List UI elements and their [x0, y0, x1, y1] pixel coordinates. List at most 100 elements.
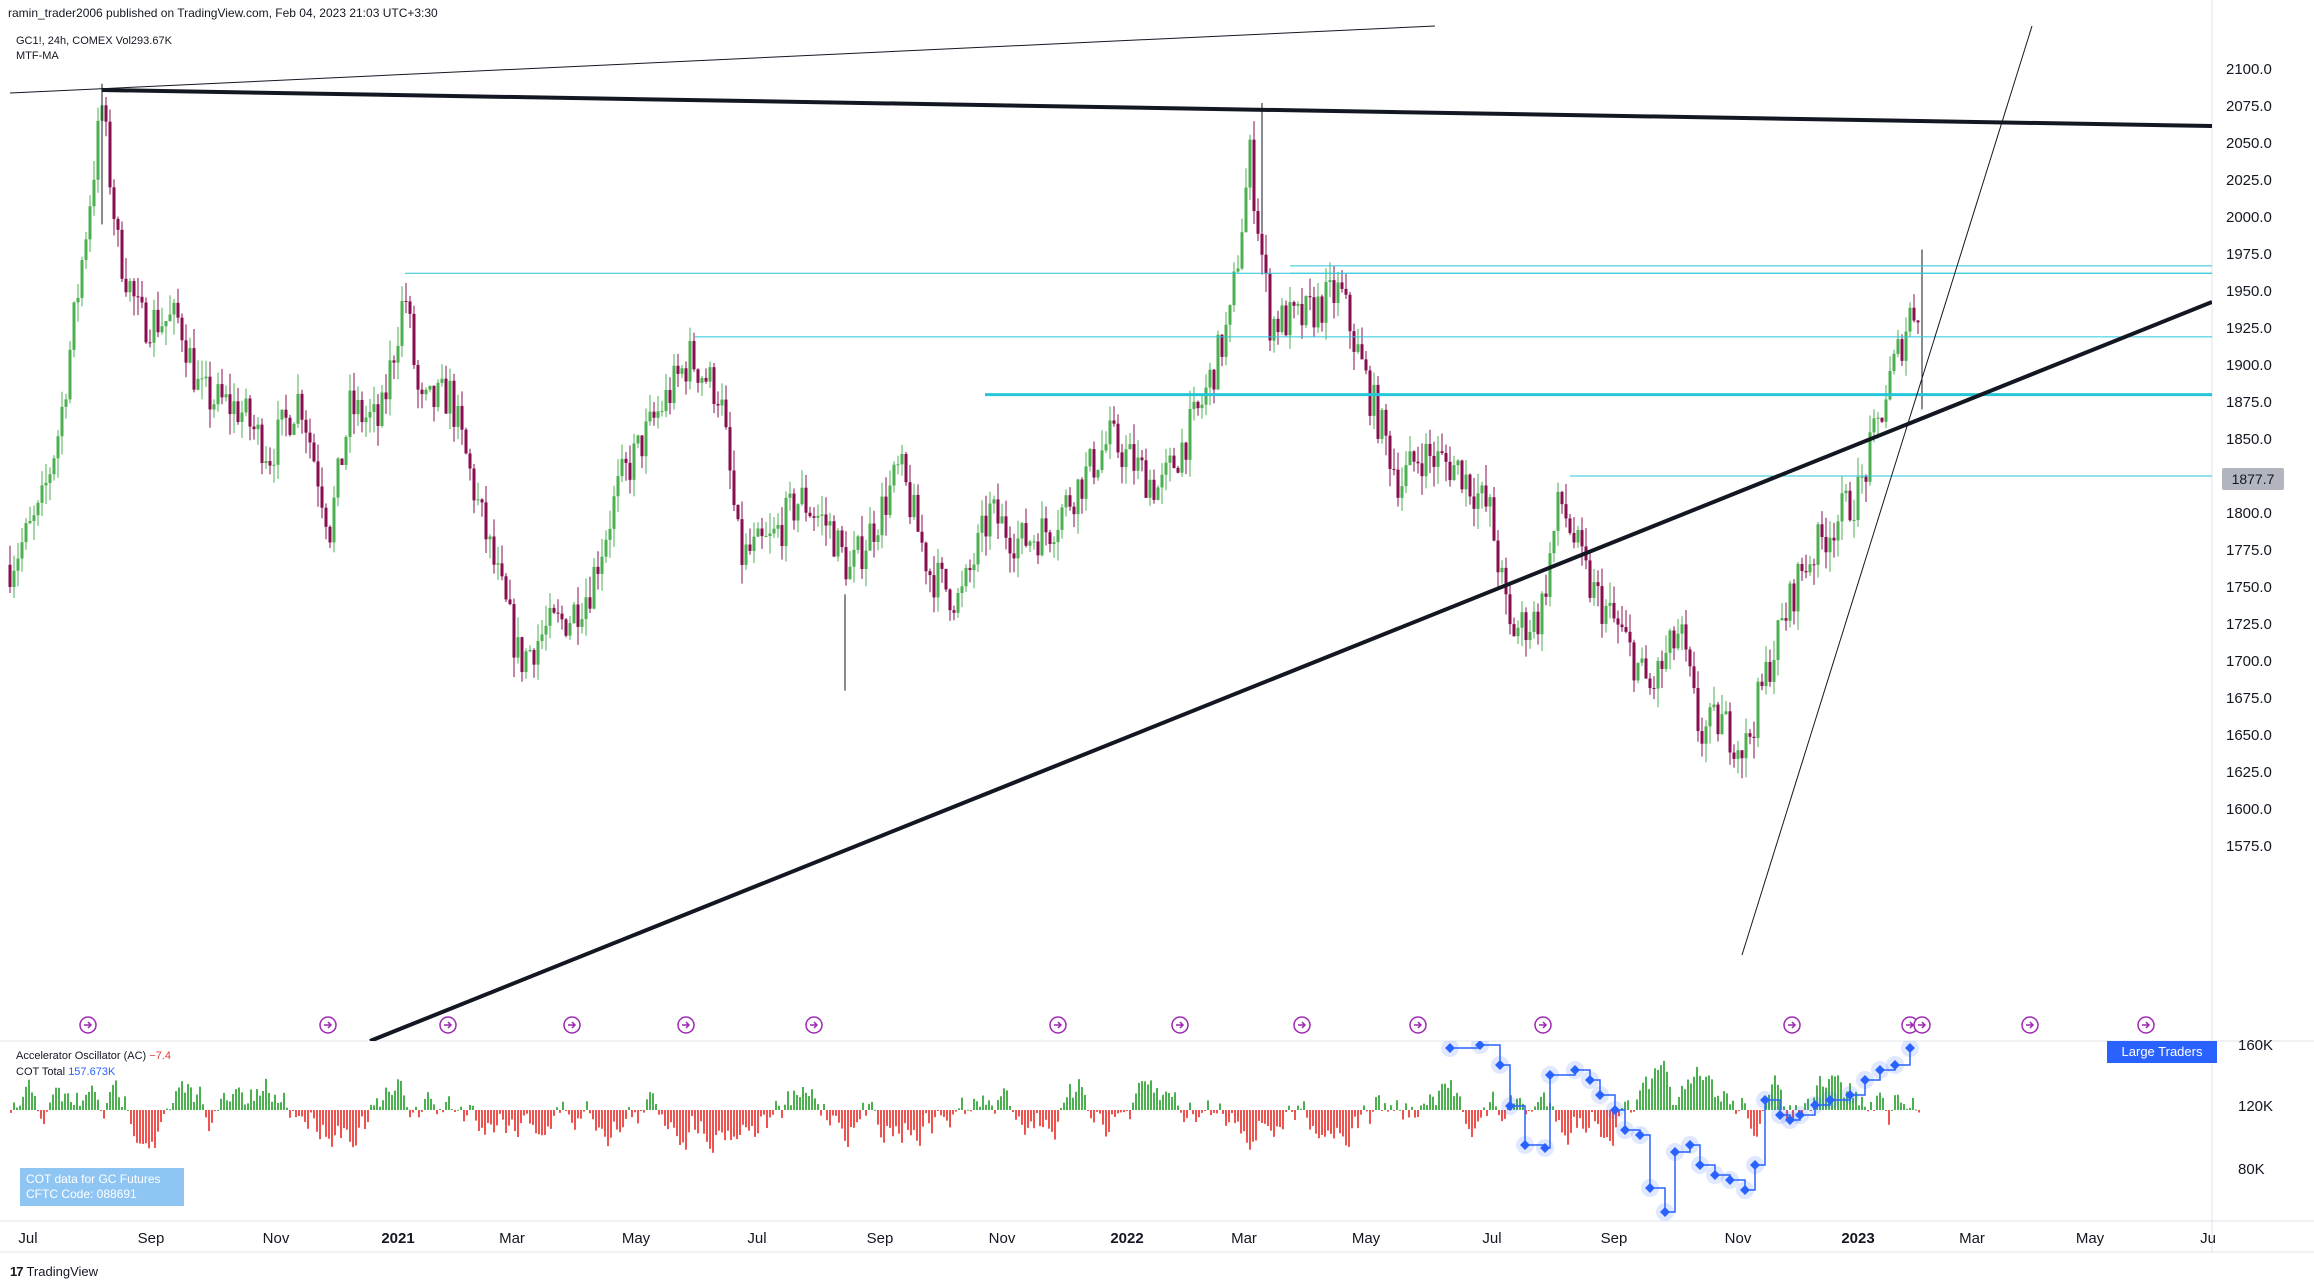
histogram-bar [367, 1110, 369, 1123]
histogram-bar [514, 1110, 516, 1132]
chart-legend[interactable]: GC1!, 24h, COMEX Vol293.67K MTF-MA [16, 34, 172, 64]
histogram-bar [1666, 1071, 1668, 1110]
histogram-bar [724, 1110, 726, 1141]
candle-body [1624, 627, 1628, 632]
candle-body [1020, 523, 1024, 539]
price-chart[interactable]: 2100.0 2075.0 2050.0 2025.0 2000.0 1975.0 1950… [0, 0, 2314, 1288]
candle-body [584, 597, 588, 620]
time-tick-label: 2022 [1110, 1230, 1143, 1247]
histogram-bar [445, 1101, 447, 1110]
histogram-bar [1189, 1102, 1191, 1110]
histogram-bar [1015, 1110, 1017, 1120]
histogram-bar [1096, 1110, 1098, 1112]
histogram-bar [1219, 1103, 1221, 1110]
histogram-bar [1093, 1110, 1095, 1123]
candle-body [668, 390, 672, 404]
histogram-bar [1729, 1104, 1731, 1110]
candle-body [368, 411, 372, 418]
candle-body [528, 650, 532, 652]
histogram-bar [1882, 1097, 1884, 1110]
footer[interactable]: 17 TradingView [10, 1264, 98, 1279]
histogram-bar [502, 1110, 504, 1120]
histogram-bar [766, 1110, 768, 1129]
histogram-bar [649, 1092, 651, 1110]
candle-body [592, 566, 596, 609]
histogram-bar [1348, 1110, 1350, 1147]
candle-body [1668, 630, 1672, 653]
histogram-bar [982, 1095, 984, 1110]
histogram-bar [145, 1110, 147, 1144]
ac-legend-row[interactable]: Accelerator Oscillator (AC) −7.4 [16, 1048, 171, 1064]
candle-body [1828, 537, 1832, 553]
candle-body [1016, 538, 1020, 559]
candle-body [1728, 711, 1732, 753]
histogram-bar [193, 1101, 195, 1110]
symbol-line[interactable]: GC1!, 24h, COMEX Vol293.67K [16, 34, 172, 49]
histogram-bar [1414, 1110, 1416, 1118]
candle-body [1076, 479, 1080, 515]
histogram-bar [1309, 1110, 1311, 1130]
candle-body [872, 523, 876, 542]
histogram-bar [1306, 1110, 1308, 1118]
tradingview-brand[interactable]: TradingView [26, 1264, 98, 1279]
candle-body [944, 568, 948, 590]
histogram-bar [931, 1110, 933, 1134]
histogram-bar [1762, 1110, 1764, 1112]
histogram-bar [535, 1110, 537, 1134]
candle-body [20, 542, 24, 559]
cot-label: COT Total [16, 1066, 66, 1078]
candle-body [1628, 631, 1632, 643]
candle-body [1768, 661, 1772, 682]
histogram-bar [1633, 1110, 1635, 1112]
histogram-bar [1237, 1110, 1239, 1122]
candle-body [940, 562, 944, 569]
histogram-bar [1534, 1106, 1536, 1110]
candle-body [500, 563, 504, 577]
histogram-bar [604, 1110, 606, 1137]
histogram-bar [889, 1110, 891, 1128]
histogram-bar [1327, 1110, 1329, 1131]
resistance-trendline [101, 88, 2212, 128]
histogram-bar [1387, 1110, 1389, 1112]
candle-body [212, 404, 216, 410]
candle-body [548, 607, 552, 626]
histogram-bar [1060, 1107, 1062, 1110]
candle-body [412, 313, 416, 365]
candle-body [1316, 296, 1320, 328]
histogram-bar [733, 1110, 735, 1137]
indicator-line[interactable]: MTF-MA [16, 49, 172, 64]
candle-body [104, 105, 108, 122]
histogram-bar [859, 1110, 861, 1120]
time-tick-label: 2023 [1841, 1230, 1874, 1247]
candle-body [532, 650, 536, 665]
candle-body [272, 464, 276, 466]
histogram-bar [1699, 1075, 1701, 1110]
histogram-bar [1126, 1110, 1128, 1111]
histogram-bar [304, 1110, 306, 1122]
histogram-bar [1255, 1110, 1257, 1141]
candle-body [420, 389, 424, 395]
histogram-bar [730, 1110, 732, 1141]
candle-body [364, 417, 368, 423]
histogram-bar [1732, 1100, 1734, 1110]
histogram-bar [85, 1094, 87, 1110]
tradingview-logo-icon[interactable]: 17 [10, 1264, 24, 1279]
histogram-bar [112, 1084, 114, 1110]
candle-body [1900, 339, 1904, 361]
histogram-bar [838, 1110, 840, 1123]
candle-body [724, 399, 728, 428]
candle-body [636, 435, 640, 444]
oscillator-legend[interactable]: Accelerator Oscillator (AC) −7.4 COT Tot… [16, 1048, 171, 1080]
candle-body [1128, 444, 1132, 450]
time-axis[interactable]: Jul Sep Nov 2021 Mar May Jul Sep Nov 2022 Mar May Ju… [18, 1230, 2216, 1247]
histogram-bar [865, 1110, 867, 1116]
price-axis[interactable]: 2100.0 2075.0 2050.0 2025.0 2000.0 1975.0 1950… [2226, 61, 2272, 855]
candle-body [748, 544, 752, 551]
histogram-bar [1084, 1094, 1086, 1110]
cot-legend-row[interactable]: COT Total 157.673K [16, 1064, 171, 1080]
histogram-bar [1030, 1110, 1032, 1122]
time-tick-label: 2021 [381, 1230, 414, 1247]
histogram-bar [82, 1100, 84, 1110]
candle-body [416, 364, 420, 390]
histogram-bar [499, 1110, 501, 1114]
